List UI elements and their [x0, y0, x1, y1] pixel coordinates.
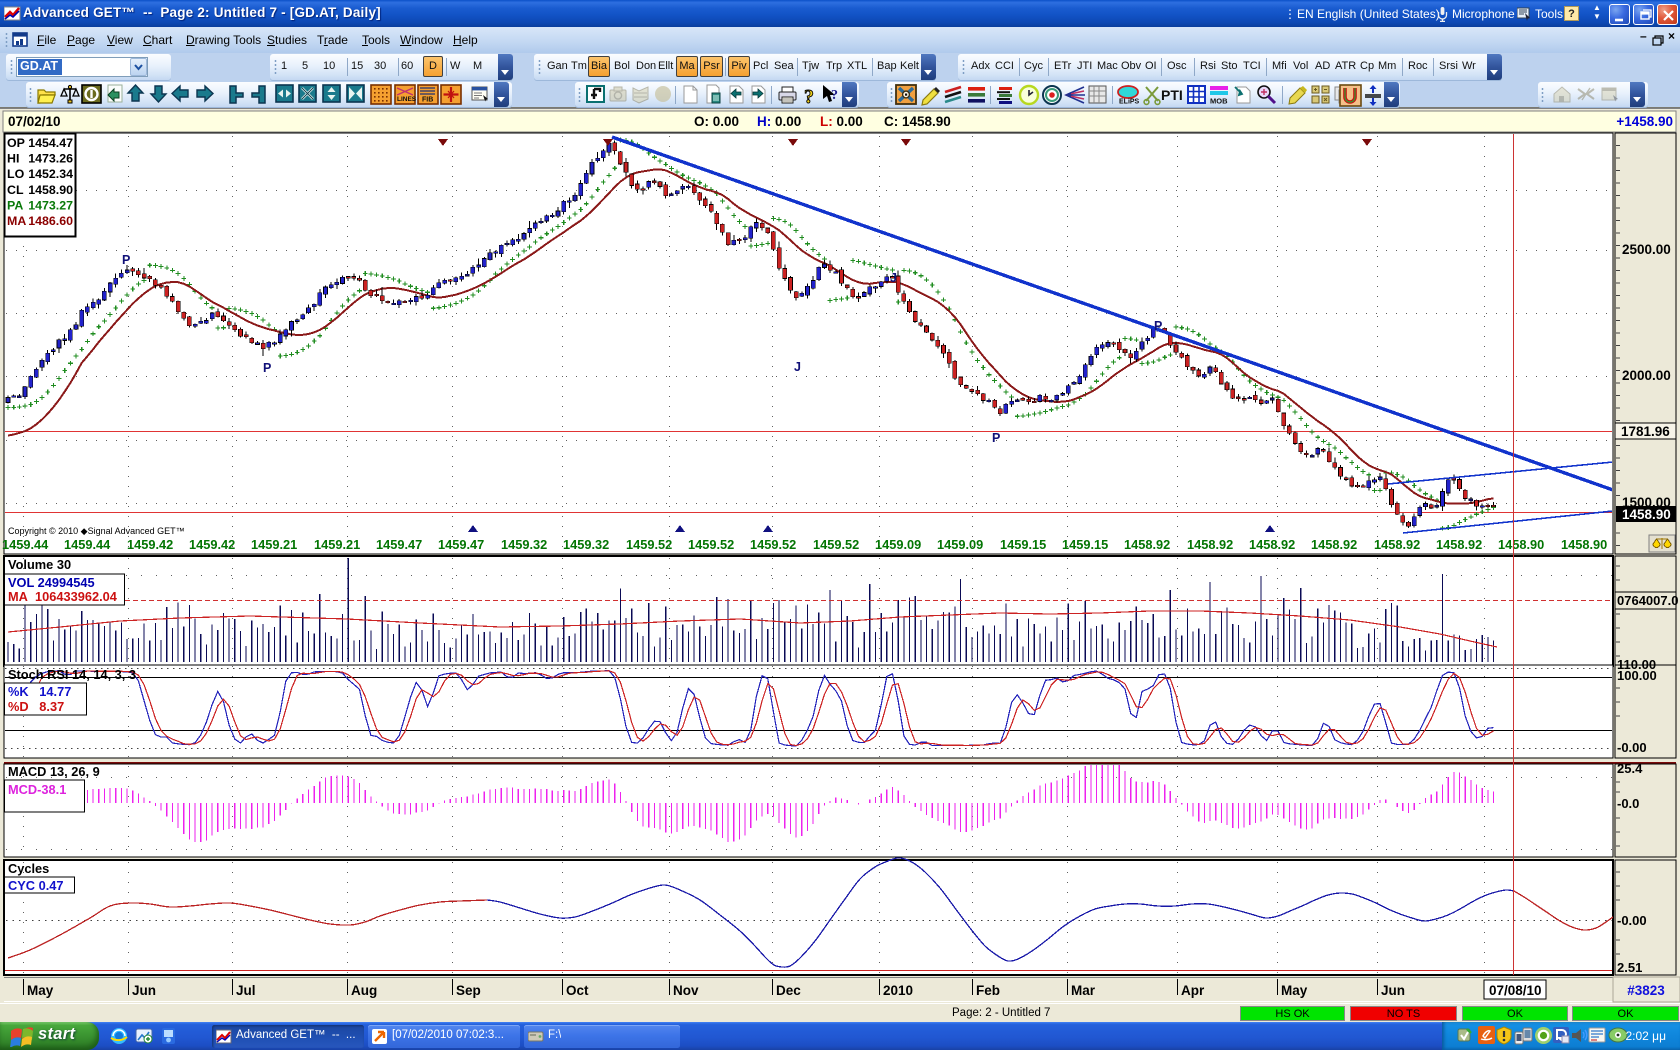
svg-text:LO: LO: [7, 167, 25, 181]
svg-text:1452.34: 1452.34: [28, 167, 73, 181]
svg-text:%K 14.77: %K 14.77: [8, 684, 71, 699]
svg-text:May: May: [27, 983, 54, 998]
svg-text:1458.90: 1458.90: [28, 183, 73, 197]
svg-text:1459.21: 1459.21: [314, 537, 360, 552]
svg-text:Jun: Jun: [132, 983, 156, 998]
svg-text:0764007.0: 0764007.0: [1617, 593, 1678, 608]
svg-text:+1458.90: +1458.90: [1616, 114, 1673, 129]
svg-text:1459.47: 1459.47: [438, 537, 484, 552]
svg-text:-0.00: -0.00: [1617, 913, 1647, 928]
svg-text:1454.47: 1454.47: [28, 136, 73, 150]
svg-text:May: May: [1281, 983, 1308, 998]
svg-text:1459.44: 1459.44: [64, 537, 111, 552]
svg-text:1459.21: 1459.21: [251, 537, 297, 552]
svg-text:Sep: Sep: [456, 983, 481, 998]
svg-text:Aug: Aug: [351, 983, 377, 998]
svg-text:?: ?: [831, 88, 838, 103]
svg-text:PTI: PTI: [1161, 87, 1183, 103]
svg-text:100.00: 100.00: [1617, 668, 1657, 683]
svg-text:Apr: Apr: [1181, 983, 1205, 998]
svg-text:Jul: Jul: [236, 983, 256, 998]
svg-text:CL: CL: [7, 183, 24, 197]
svg-text:Volume 30: Volume 30: [8, 557, 71, 572]
svg-text:1459.32: 1459.32: [563, 537, 609, 552]
svg-text:1459.52: 1459.52: [688, 537, 734, 552]
svg-text:1458.92: 1458.92: [1124, 537, 1170, 552]
svg-text:1459.52: 1459.52: [626, 537, 672, 552]
svg-text:1459.42: 1459.42: [189, 537, 235, 552]
svg-text:P: P: [122, 253, 130, 267]
svg-text:P: P: [263, 361, 271, 375]
svg-text:MA 106433962.04: MA 106433962.04: [8, 589, 118, 604]
svg-text:PA: PA: [7, 198, 23, 212]
svg-text:J: J: [794, 360, 801, 374]
svg-text:J: J: [890, 271, 897, 285]
svg-text:1459.44: 1459.44: [2, 537, 49, 552]
svg-text:2500.00: 2500.00: [1622, 242, 1671, 257]
svg-text:OP: OP: [7, 136, 25, 150]
svg-text:Oct: Oct: [566, 983, 589, 998]
svg-text:1459.42: 1459.42: [127, 537, 173, 552]
svg-text:CYC 0.47: CYC 0.47: [8, 878, 63, 893]
svg-text:Cycles: Cycles: [8, 861, 49, 876]
svg-text:1458.92: 1458.92: [1436, 537, 1482, 552]
svg-text:Dec: Dec: [776, 983, 801, 998]
svg-text:-0.00: -0.00: [1617, 740, 1647, 755]
svg-text:1459.15: 1459.15: [1000, 537, 1046, 552]
svg-text:1473.26: 1473.26: [28, 152, 73, 166]
svg-text:1459.09: 1459.09: [937, 537, 983, 552]
svg-text:VOL 24994545: VOL 24994545: [8, 575, 95, 590]
svg-text:1781.96: 1781.96: [1621, 424, 1670, 439]
svg-text:1458.92: 1458.92: [1374, 537, 1420, 552]
svg-text:Mar: Mar: [1071, 983, 1096, 998]
svg-text:1458.92: 1458.92: [1249, 537, 1295, 552]
svg-text:MOB: MOB: [1210, 97, 1228, 106]
svg-text:1458.90: 1458.90: [1622, 507, 1671, 522]
svg-text:MACD 13, 26, 9: MACD 13, 26, 9: [8, 764, 100, 779]
svg-text:1459.32: 1459.32: [501, 537, 547, 552]
svg-text:1459.47: 1459.47: [376, 537, 422, 552]
svg-text:ELiPS: ELiPS: [1119, 99, 1140, 106]
svg-text:1458.90: 1458.90: [1498, 537, 1544, 552]
svg-text:Stoch RSI 14, 14, 3, 3: Stoch RSI 14, 14, 3, 3: [8, 667, 136, 682]
svg-text:-0.0: -0.0: [1617, 796, 1639, 811]
svg-text:LINES: LINES: [397, 96, 417, 103]
svg-text:07/02/10: 07/02/10: [8, 114, 61, 129]
svg-text:#3823: #3823: [1627, 983, 1665, 998]
svg-text:Nov: Nov: [673, 983, 699, 998]
svg-text:25.4: 25.4: [1617, 761, 1643, 776]
svg-text:HI: HI: [7, 152, 19, 166]
svg-text:1473.27: 1473.27: [28, 198, 73, 212]
svg-text:2.51: 2.51: [1617, 960, 1642, 975]
svg-text:2000.00: 2000.00: [1622, 368, 1671, 383]
svg-text:1459.52: 1459.52: [813, 537, 859, 552]
svg-text:Feb: Feb: [976, 983, 1000, 998]
svg-text:1458.90: 1458.90: [1561, 537, 1607, 552]
svg-text:FIB: FIB: [422, 97, 433, 104]
svg-text:P: P: [992, 431, 1000, 445]
svg-text:H: 0.00: H: 0.00: [757, 114, 801, 129]
svg-text:2010: 2010: [883, 983, 913, 998]
svg-text:1459.09: 1459.09: [875, 537, 921, 552]
svg-text:1459.15: 1459.15: [1062, 537, 1108, 552]
svg-text:1486.60: 1486.60: [28, 214, 73, 228]
svg-text:1459.52: 1459.52: [750, 537, 796, 552]
svg-text:L: 0.00: L: 0.00: [820, 114, 863, 129]
svg-text:1458.92: 1458.92: [1187, 537, 1233, 552]
svg-text:Copyright © 2010 ◆Signal Advan: Copyright © 2010 ◆Signal Advanced GET™: [8, 526, 185, 536]
svg-text:%D 8.37: %D 8.37: [8, 699, 64, 714]
svg-text:?: ?: [804, 86, 814, 106]
svg-text:O: 0.00: O: 0.00: [694, 114, 739, 129]
svg-text:Jun: Jun: [1381, 983, 1405, 998]
svg-text:P: P: [1154, 319, 1162, 333]
svg-text:C: 1458.90: C: 1458.90: [884, 114, 951, 129]
svg-text:MCD-38.1: MCD-38.1: [8, 782, 66, 797]
svg-text:1458.92: 1458.92: [1311, 537, 1357, 552]
svg-text:MA: MA: [7, 214, 26, 228]
svg-text:07/08/10: 07/08/10: [1489, 983, 1542, 998]
